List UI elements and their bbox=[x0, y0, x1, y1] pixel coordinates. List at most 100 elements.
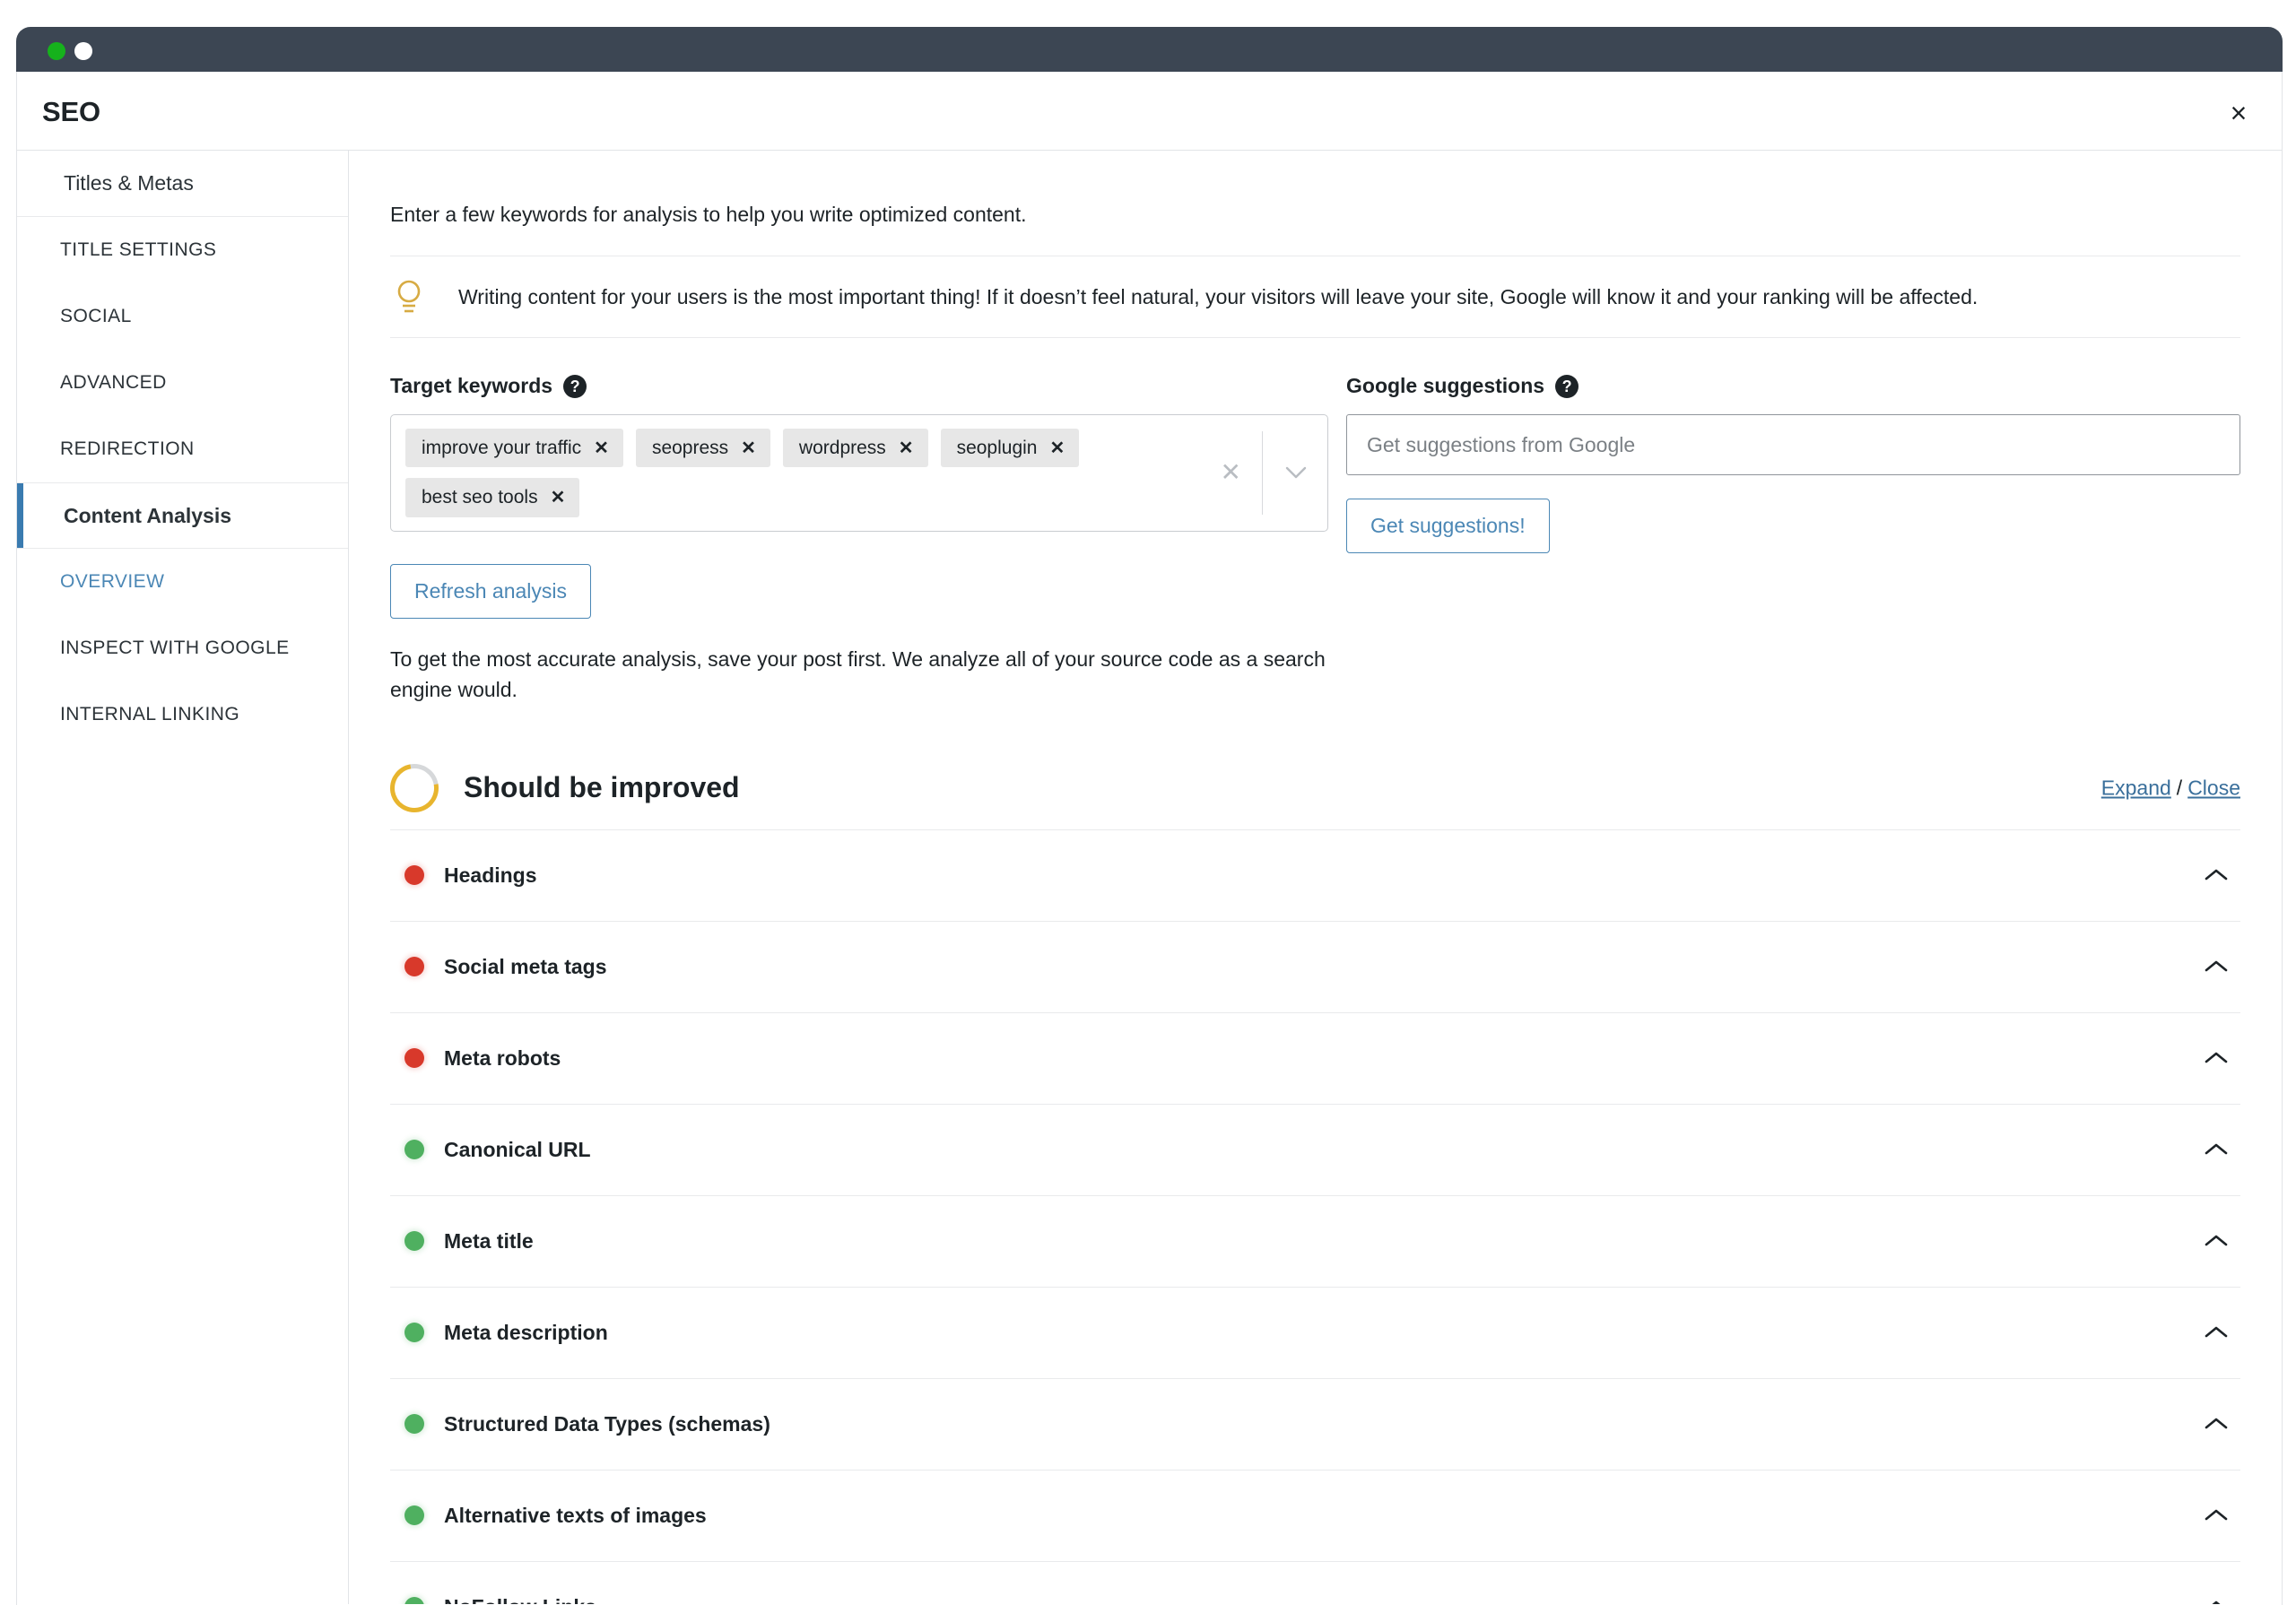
keyword-tag-label: improve your traffic bbox=[422, 438, 582, 459]
status-dot-icon bbox=[404, 1505, 424, 1526]
analysis-row-meta-robots[interactable]: Meta robots bbox=[390, 1011, 2240, 1104]
google-suggestions-input[interactable] bbox=[1346, 414, 2240, 476]
help-icon[interactable]: ? bbox=[1555, 374, 1579, 398]
sidebar-item-internal-linking[interactable]: INTERNAL LINKING bbox=[17, 681, 348, 748]
expand-link[interactable]: Expand bbox=[2101, 776, 2171, 799]
keyword-tag[interactable]: seopress ✕ bbox=[635, 429, 770, 468]
target-keywords-column: Target keywords ? improve your traffic ✕ bbox=[390, 374, 1328, 706]
page-title: SEO bbox=[42, 96, 100, 127]
google-suggestions-column: Google suggestions ? Get suggestions! bbox=[1346, 374, 2240, 706]
analysis-note: To get the most accurate analysis, save … bbox=[390, 646, 1326, 702]
seo-modal-panel: SEO × Titles & Metas TITLE SETTINGS SOCI… bbox=[16, 72, 2283, 1605]
chevron-up-icon[interactable] bbox=[2203, 1599, 2230, 1604]
google-suggestions-label-text: Google suggestions bbox=[1346, 374, 1545, 398]
browser-titlebar bbox=[16, 27, 2283, 72]
traffic-light-green[interactable] bbox=[48, 42, 65, 60]
sidebar-item-social[interactable]: SOCIAL bbox=[17, 283, 348, 350]
chevron-up-icon[interactable] bbox=[2203, 1141, 2230, 1158]
status-dot-icon bbox=[404, 865, 424, 886]
keyword-tag-label: seoplugin bbox=[956, 438, 1038, 459]
sidebar-item-label: INTERNAL LINKING bbox=[60, 704, 240, 724]
sidebar-item-label: TITLE SETTINGS bbox=[60, 239, 217, 260]
chevron-up-icon[interactable] bbox=[2203, 1507, 2230, 1523]
main-content: Enter a few keywords for analysis to hel… bbox=[349, 151, 2282, 1604]
keyword-tag[interactable]: improve your traffic ✕ bbox=[405, 429, 623, 468]
refresh-analysis-button[interactable]: Refresh analysis bbox=[390, 563, 592, 619]
lightbulb-icon bbox=[394, 278, 444, 316]
modal-body: Titles & Metas TITLE SETTINGS SOCIAL ADV… bbox=[17, 151, 2282, 1604]
analysis-row-label: Meta robots bbox=[444, 1045, 561, 1070]
analysis-row-meta-description[interactable]: Meta description bbox=[390, 1286, 2240, 1378]
analysis-list: Headings Social meta tags Meta robots Ca… bbox=[390, 829, 2240, 1604]
remove-keyword-icon[interactable]: ✕ bbox=[551, 489, 566, 507]
target-keywords-input[interactable]: improve your traffic ✕ seopress ✕ wordpr… bbox=[390, 414, 1328, 532]
sidebar-item-redirection[interactable]: REDIRECTION bbox=[17, 416, 348, 482]
chevron-down-icon[interactable] bbox=[1284, 465, 1308, 480]
keyword-tag[interactable]: seoplugin ✕ bbox=[940, 429, 1080, 468]
chevron-up-icon[interactable] bbox=[2203, 1324, 2230, 1340]
tip-banner: Writing content for your users is the mo… bbox=[390, 256, 2240, 339]
status-dot-icon bbox=[404, 1323, 424, 1343]
score-ring-icon bbox=[380, 754, 448, 822]
sidebar-item-overview[interactable]: OVERVIEW bbox=[17, 549, 348, 615]
remove-keyword-icon[interactable]: ✕ bbox=[899, 439, 914, 457]
keyword-form: Target keywords ? improve your traffic ✕ bbox=[390, 374, 2240, 706]
chevron-up-icon[interactable] bbox=[2203, 959, 2230, 975]
sidebar-item-titles-metas[interactable]: Titles & Metas bbox=[17, 151, 348, 217]
app-window: SEO × Titles & Metas TITLE SETTINGS SOCI… bbox=[0, 0, 2296, 1605]
score-header: Should be improved Expand / Close bbox=[380, 754, 2240, 822]
analysis-row-social-meta-tags[interactable]: Social meta tags bbox=[390, 920, 2240, 1012]
sidebar-item-label: OVERVIEW bbox=[60, 571, 165, 592]
analysis-row-headings[interactable]: Headings bbox=[390, 829, 2240, 921]
remove-keyword-icon[interactable]: ✕ bbox=[741, 439, 756, 457]
status-dot-icon bbox=[404, 1048, 424, 1069]
chevron-up-icon[interactable] bbox=[2203, 1233, 2230, 1249]
sidebar-item-content-analysis[interactable]: Content Analysis bbox=[17, 482, 348, 549]
chevron-up-icon[interactable] bbox=[2203, 1416, 2230, 1432]
keyword-tag-list: improve your traffic ✕ seopress ✕ wordpr… bbox=[405, 429, 1193, 517]
analysis-row-label: Meta description bbox=[444, 1320, 608, 1344]
keyword-tag[interactable]: best seo tools ✕ bbox=[405, 478, 580, 517]
status-dot-icon bbox=[404, 1231, 424, 1252]
sidebar: Titles & Metas TITLE SETTINGS SOCIAL ADV… bbox=[17, 151, 349, 1604]
analysis-row-label: Headings bbox=[444, 863, 537, 887]
remove-keyword-icon[interactable]: ✕ bbox=[1049, 439, 1065, 457]
clear-keywords-icon[interactable]: ✕ bbox=[1221, 460, 1241, 485]
keyword-tag[interactable]: wordpress ✕ bbox=[782, 429, 928, 468]
analysis-row-label: NoFollow Links bbox=[444, 1595, 596, 1604]
chevron-up-icon[interactable] bbox=[2203, 1050, 2230, 1066]
chevron-up-icon[interactable] bbox=[2203, 867, 2230, 883]
sidebar-item-label: INSPECT WITH GOOGLE bbox=[60, 638, 290, 658]
status-badge: Should be improved bbox=[464, 771, 740, 804]
status-dot-icon bbox=[404, 1140, 424, 1160]
close-link[interactable]: Close bbox=[2187, 776, 2240, 799]
status-dot-icon bbox=[404, 957, 424, 977]
google-suggestions-label: Google suggestions ? bbox=[1346, 374, 2240, 398]
analysis-row-alternative-texts-of-images[interactable]: Alternative texts of images bbox=[390, 1469, 2240, 1561]
sidebar-item-label: Titles & Metas bbox=[64, 171, 194, 195]
get-suggestions-button[interactable]: Get suggestions! bbox=[1346, 499, 1550, 554]
analysis-row-nofollow-links[interactable]: NoFollow Links bbox=[390, 1560, 2240, 1604]
modal-header: SEO × bbox=[17, 72, 2282, 151]
keyword-tag-label: seopress bbox=[651, 438, 729, 459]
target-keywords-label: Target keywords ? bbox=[390, 374, 1328, 398]
sidebar-item-inspect-with-google[interactable]: INSPECT WITH GOOGLE bbox=[17, 615, 348, 681]
sidebar-item-label: Content Analysis bbox=[64, 503, 232, 527]
analysis-row-structured-data-types[interactable]: Structured Data Types (schemas) bbox=[390, 1377, 2240, 1470]
analysis-row-label: Canonical URL bbox=[444, 1137, 591, 1161]
keyword-tag-label: best seo tools bbox=[422, 487, 538, 508]
tip-text: Writing content for your users is the mo… bbox=[458, 284, 1979, 308]
help-icon[interactable]: ? bbox=[563, 374, 587, 398]
target-keywords-label-text: Target keywords bbox=[390, 374, 553, 398]
analysis-row-meta-title[interactable]: Meta title bbox=[390, 1194, 2240, 1287]
remove-keyword-icon[interactable]: ✕ bbox=[594, 439, 609, 457]
close-icon[interactable]: × bbox=[2215, 90, 2262, 136]
sidebar-item-label: SOCIAL bbox=[60, 306, 132, 326]
analysis-row-canonical-url[interactable]: Canonical URL bbox=[390, 1103, 2240, 1195]
analysis-row-label: Alternative texts of images bbox=[444, 1503, 707, 1527]
sidebar-item-advanced[interactable]: ADVANCED bbox=[17, 350, 348, 416]
sidebar-item-title-settings[interactable]: TITLE SETTINGS bbox=[17, 217, 348, 283]
traffic-light-white[interactable] bbox=[74, 42, 92, 60]
sidebar-item-label: ADVANCED bbox=[60, 372, 167, 393]
analysis-row-label: Structured Data Types (schemas) bbox=[444, 1411, 770, 1436]
